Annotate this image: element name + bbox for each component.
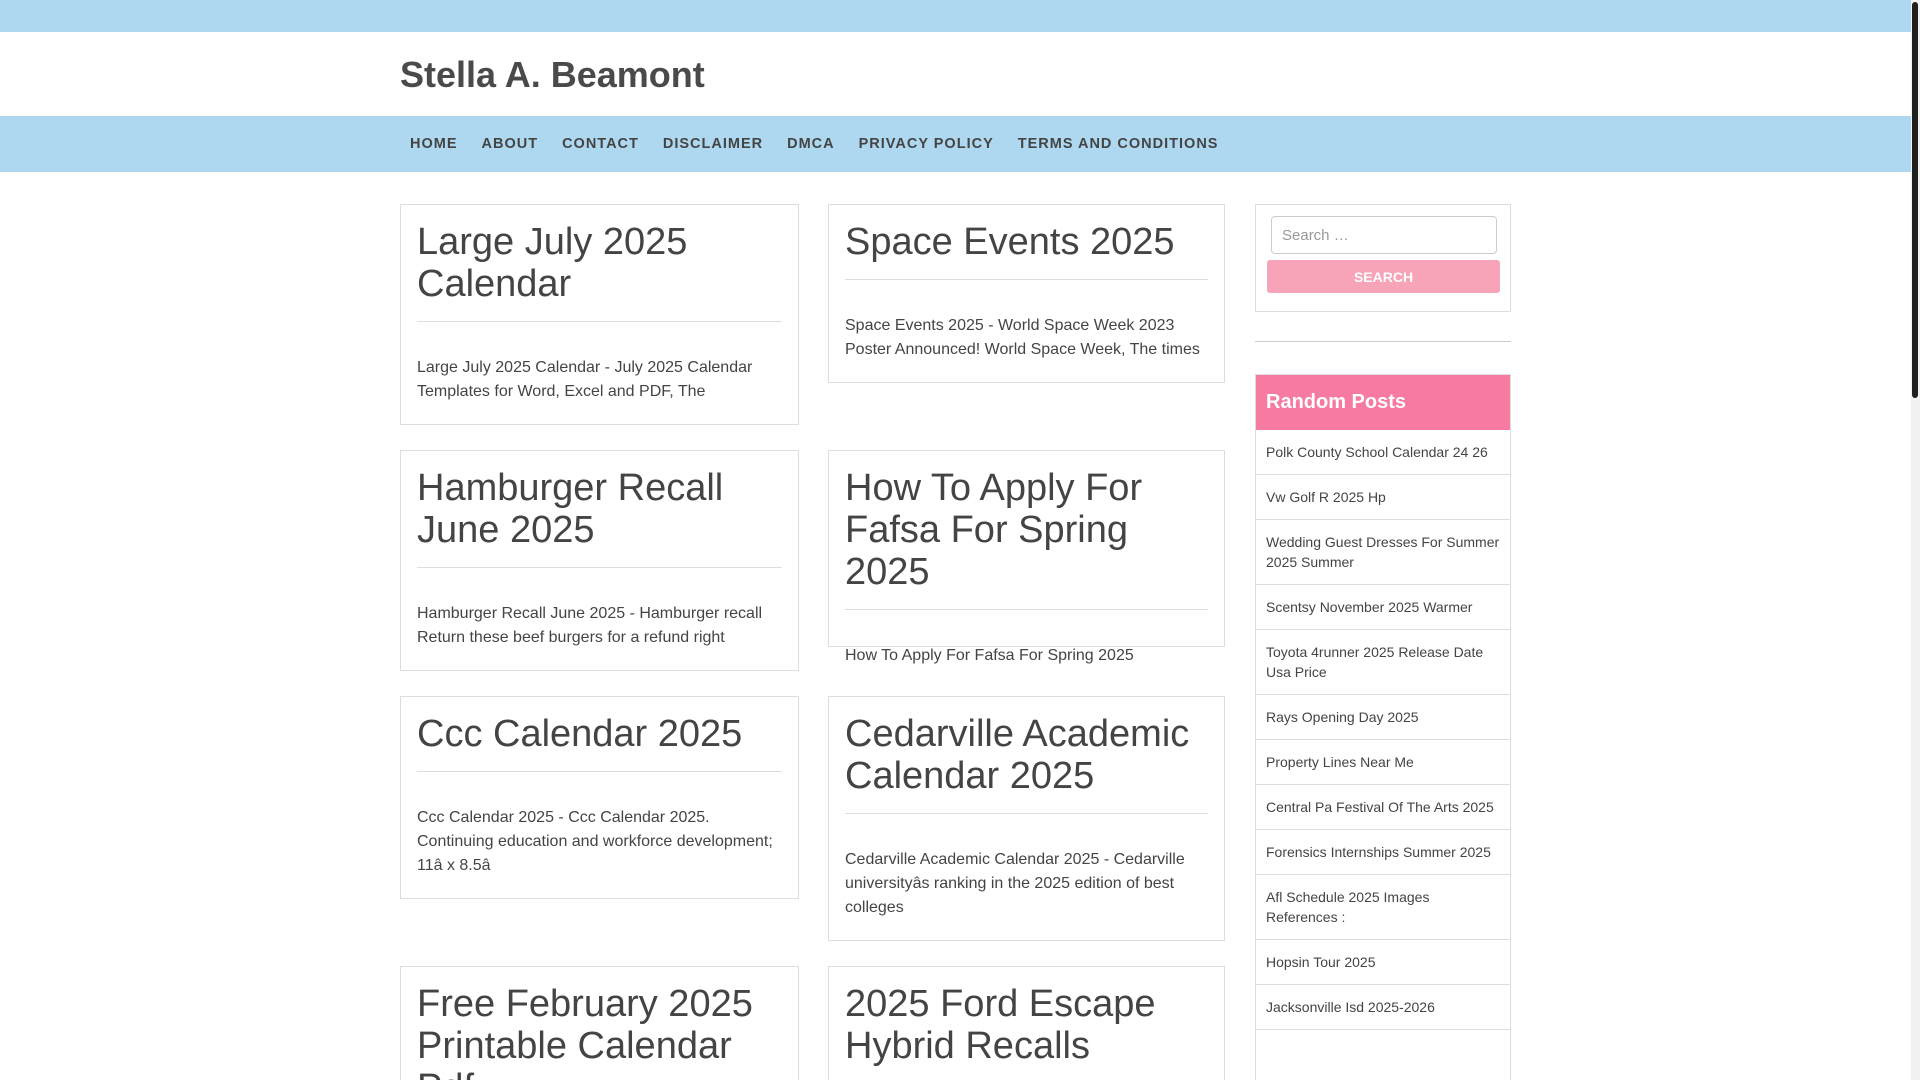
random-post-link[interactable]: Rays Opening Day 2025 <box>1256 695 1510 740</box>
post-excerpt: Ccc Calendar 2025 - Ccc Calendar 2025. C… <box>417 809 773 874</box>
random-posts-heading: Random Posts <box>1256 375 1510 430</box>
post-card: Space Events 2025 Space Events 2025 - Wo… <box>828 204 1225 383</box>
random-post-link[interactable]: Toyota 4runner 2025 Release Date Usa Pri… <box>1256 630 1510 695</box>
post-excerpt: Hamburger Recall June 2025 - Hamburger r… <box>417 605 763 646</box>
nav-item-disclaimer[interactable]: DISCLAIMER <box>651 116 775 172</box>
random-posts-widget: Random Posts Polk County School Calendar… <box>1255 374 1511 1080</box>
post-card: Ccc Calendar 2025 Ccc Calendar 2025 - Cc… <box>400 696 799 899</box>
post-excerpt: Large July 2025 Calendar - July 2025 Cal… <box>417 359 753 400</box>
post-title[interactable]: Ccc Calendar 2025 <box>417 713 782 772</box>
nav-item-privacy-policy[interactable]: PRIVACY POLICY <box>847 116 1006 172</box>
site-header: Stella A. Beamont <box>0 32 1911 116</box>
nav-item-contact[interactable]: CONTACT <box>550 116 651 172</box>
post-excerpt: Cedarville Academic Calendar 2025 - Ceda… <box>845 851 1185 916</box>
post-title[interactable]: 2025 Ford Escape Hybrid Recalls <box>845 983 1208 1080</box>
nav-item-dmca[interactable]: DMCA <box>775 116 847 172</box>
scrollbar-thumb[interactable] <box>1912 2 1918 398</box>
post-card: Hamburger Recall June 2025 Hamburger Rec… <box>400 450 799 671</box>
post-title[interactable]: How To Apply For Fafsa For Spring 2025 <box>845 467 1208 610</box>
post-card: Large July 2025 Calendar Large July 2025… <box>400 204 799 425</box>
search-widget: SEARCH <box>1255 204 1511 312</box>
post-card: Free February 2025 Printable Calendar Pd… <box>400 966 799 1080</box>
site-title[interactable]: Stella A. Beamont <box>400 54 705 96</box>
nav-item-terms-and-conditions[interactable]: TERMS AND CONDITIONS <box>1006 116 1231 172</box>
sidebar-divider <box>1255 341 1511 342</box>
post-title[interactable]: Cedarville Academic Calendar 2025 <box>845 713 1208 814</box>
top-strip <box>0 0 1911 32</box>
search-button[interactable]: SEARCH <box>1267 260 1500 293</box>
post-title[interactable]: Free February 2025 Printable Calendar Pd… <box>417 983 782 1080</box>
nav-item-about[interactable]: ABOUT <box>470 116 551 172</box>
nav-item-home[interactable]: HOME <box>400 116 470 172</box>
post-card: Cedarville Academic Calendar 2025 Cedarv… <box>828 696 1225 941</box>
random-post-link[interactable]: Central Pa Festival Of The Arts 2025 <box>1256 785 1510 830</box>
random-post-link[interactable]: Forensics Internships Summer 2025 <box>1256 830 1510 875</box>
post-excerpt: How To Apply For Fafsa For Spring 2025 <box>845 647 1134 664</box>
post-card: 2025 Ford Escape Hybrid Recalls <box>828 966 1225 1080</box>
random-post-link[interactable]: Scentsy November 2025 Warmer <box>1256 585 1510 630</box>
page-scrollbar[interactable] <box>1911 0 1920 1080</box>
search-input[interactable] <box>1271 216 1497 254</box>
random-post-link[interactable]: Property Lines Near Me <box>1256 740 1510 785</box>
random-post-link[interactable]: Polk County School Calendar 24 26 <box>1256 430 1510 475</box>
main-navigation: HOME ABOUT CONTACT DISCLAIMER DMCA PRIVA… <box>0 116 1911 172</box>
random-post-link[interactable]: Hopsin Tour 2025 <box>1256 940 1510 985</box>
random-post-link[interactable]: Wedding Guest Dresses For Summer 2025 Su… <box>1256 520 1510 585</box>
post-card: How To Apply For Fafsa For Spring 2025 H… <box>828 450 1225 664</box>
post-excerpt: Space Events 2025 - World Space Week 202… <box>845 317 1200 358</box>
post-title[interactable]: Large July 2025 Calendar <box>417 221 782 322</box>
random-post-link[interactable]: Vw Golf R 2025 Hp <box>1256 475 1510 520</box>
random-post-link[interactable]: Jacksonville Isd 2025-2026 <box>1256 985 1510 1030</box>
post-title[interactable]: Space Events 2025 <box>845 221 1208 280</box>
post-title[interactable]: Hamburger Recall June 2025 <box>417 467 782 568</box>
random-post-link[interactable]: Afl Schedule 2025 Images References : <box>1256 875 1510 940</box>
